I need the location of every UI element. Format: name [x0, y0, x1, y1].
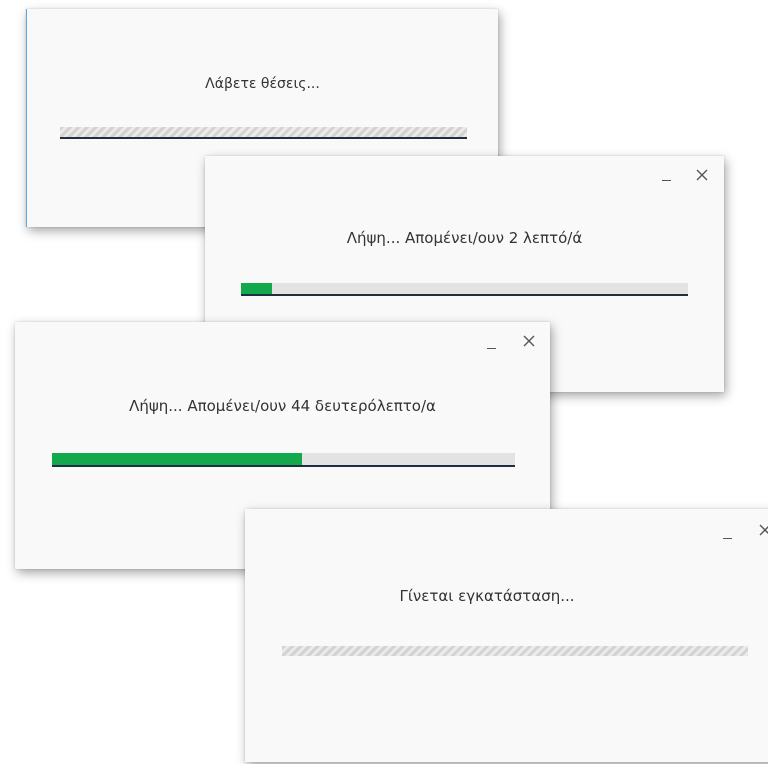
- minimize-icon[interactable]: [723, 527, 732, 539]
- status-message: Λήψη... Απομένει/ουν 44 δευτερόλεπτο/α: [129, 397, 436, 415]
- close-icon[interactable]: [759, 524, 768, 536]
- minimize-icon[interactable]: [662, 169, 671, 181]
- progress-bar: [52, 453, 515, 467]
- progress-fill: [241, 283, 273, 294]
- progress-bar-indeterminate: [282, 646, 748, 656]
- status-message: Λήψη... Απομένει/ουν 2 λεπτό/ά: [346, 229, 583, 247]
- close-icon[interactable]: [523, 335, 535, 347]
- progress-bar: [241, 283, 688, 296]
- progress-bar-indeterminate: [60, 127, 467, 139]
- close-icon[interactable]: [696, 169, 708, 181]
- installer-dialog-installing: Γίνεται εγκατάσταση...: [245, 509, 768, 762]
- minimize-icon[interactable]: [487, 337, 496, 349]
- progress-fill: [52, 453, 303, 465]
- status-message: Λάβετε θέσεις...: [205, 76, 320, 92]
- status-message: Γίνεται εγκατάσταση...: [399, 587, 575, 605]
